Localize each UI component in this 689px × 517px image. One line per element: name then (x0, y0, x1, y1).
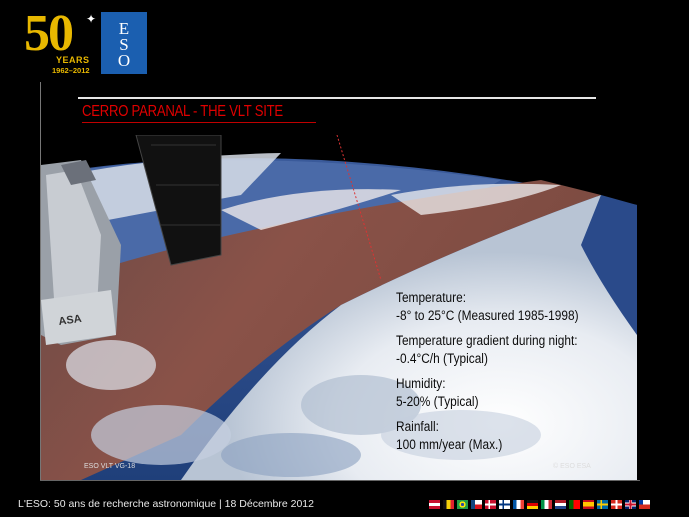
flag-belgium-icon (443, 500, 454, 509)
flag-spain-icon (583, 500, 594, 509)
info-value: 5-20% (Typical) (396, 394, 479, 409)
info-value: -8° to 25°C (Measured 1985-1998) (396, 308, 579, 323)
flag-czech-icon (471, 500, 482, 509)
flag-sweden-icon (597, 500, 608, 509)
flag-finland-icon (499, 500, 510, 509)
info-temperature: Temperature: -8° to 25°C (Measured 1985-… (396, 289, 626, 325)
eso-50-years-logo: 50 ✦ YEARS 1962–2012 E S O (24, 5, 152, 76)
logo-fifty: 50 (24, 5, 74, 62)
footer-text: L'ESO: 50 ans de recherche astronomique … (18, 498, 314, 510)
title-underline (82, 122, 316, 123)
info-humidity: Humidity: 5-20% (Typical) (396, 375, 626, 411)
flag-italy-icon (541, 500, 552, 509)
member-flags (429, 500, 650, 509)
info-value: 100 mm/year (Max.) (396, 437, 503, 452)
info-label: Humidity: (396, 376, 446, 391)
info-label: Temperature gradient during night: (396, 333, 578, 348)
flag-germany-icon (527, 500, 538, 509)
flag-chile-icon (639, 500, 650, 509)
eso-badge: E S O (101, 12, 147, 74)
flag-united-kingdom-icon (625, 500, 636, 509)
photo-credit-right: © ESO ESA (553, 463, 591, 470)
info-value: -0.4°C/h (Typical) (396, 351, 488, 366)
title-top-rule (78, 97, 596, 99)
slide-bottom-rule (40, 480, 640, 481)
flag-brazil-icon (457, 500, 468, 509)
info-label: Temperature: (396, 290, 467, 305)
site-info-panel: Temperature: -8° to 25°C (Measured 1985-… (396, 289, 626, 461)
logo-years-label: YEARS (56, 55, 90, 65)
info-rainfall: Rainfall: 100 mm/year (Max.) (396, 418, 626, 454)
flag-austria-icon (429, 500, 440, 509)
flag-netherlands-icon (555, 500, 566, 509)
info-label: Rainfall: (396, 419, 439, 434)
info-temperature-gradient: Temperature gradient during night: -0.4°… (396, 332, 626, 368)
logo-year-range: 1962–2012 (52, 66, 90, 75)
slide-title: CERRO PARANAL - THE VLT SITE (82, 103, 283, 120)
flag-denmark-icon (485, 500, 496, 509)
flag-france-icon (513, 500, 524, 509)
flag-portugal-icon (569, 500, 580, 509)
flag-switzerland-icon (611, 500, 622, 509)
eso-letter-o: O (117, 51, 131, 70)
star-icon: ✦ (86, 12, 97, 26)
photo-credit-left: ESO VLT VG-18 (84, 463, 136, 470)
